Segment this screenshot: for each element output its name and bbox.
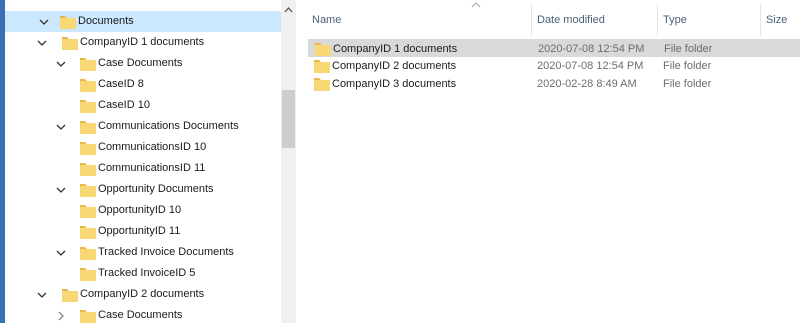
column-header-date-modified[interactable]: Date modified <box>537 12 605 28</box>
column-header-row: Name Date modified Type Size <box>301 0 812 38</box>
file-row[interactable]: CompanyID 3 documents 2020-02-28 8:49 AM… <box>308 75 812 93</box>
tree-item-label: Case Documents <box>98 309 183 321</box>
file-name: CompanyID 3 documents <box>332 78 457 90</box>
file-row[interactable]: CompanyID 1 documents 2020-07-08 12:54 P… <box>308 39 800 57</box>
scrollbar-thumb[interactable] <box>282 90 295 148</box>
tree-item-case-documents-collapsed[interactable]: Case Documents <box>5 305 281 323</box>
file-date-modified: 2020-07-08 12:54 PM <box>537 60 644 72</box>
folder-icon <box>62 36 78 53</box>
file-name: CompanyID 1 documents <box>333 43 458 55</box>
tree-item-label: OpportunityID 10 <box>98 204 182 216</box>
file-date-modified: 2020-02-28 8:49 AM <box>537 78 637 90</box>
chevron-down-icon[interactable] <box>35 284 49 305</box>
chevron-down-icon[interactable] <box>54 53 68 74</box>
file-row[interactable]: CompanyID 2 documents 2020-07-08 12:54 P… <box>308 57 812 75</box>
chevron-down-icon[interactable] <box>37 11 51 32</box>
tree-item-caseid-8[interactable]: CaseID 8 <box>5 74 281 95</box>
file-list-pane[interactable]: Name Date modified Type Size CompanyID 1… <box>301 0 812 323</box>
tree-item-tracked-invoiceid-5[interactable]: Tracked InvoiceID 5 <box>5 263 281 284</box>
chevron-down-icon[interactable] <box>54 116 68 137</box>
tree-item-companyid-1-documents[interactable]: CompanyID 1 documents <box>5 32 281 53</box>
column-divider[interactable] <box>531 4 532 36</box>
scroll-up-icon[interactable] <box>281 4 296 16</box>
chevron-down-icon[interactable] <box>35 32 49 53</box>
folder-icon <box>314 59 330 76</box>
navigation-pane[interactable]: Documents CompanyID 1 documents Case Doc… <box>5 0 281 323</box>
tree-item-communicationsid-11[interactable]: CommunicationsID 11 <box>5 158 281 179</box>
tree-item-label: CommunicationsID 10 <box>98 141 207 153</box>
navigation-scrollbar[interactable] <box>281 0 296 323</box>
tree-item-label: Case Documents <box>98 57 183 69</box>
tree-item-label: Tracked Invoice Documents <box>98 246 234 258</box>
folder-icon <box>80 162 96 179</box>
tree-item-label: CommunicationsID 11 <box>98 162 206 174</box>
folder-icon <box>314 77 330 94</box>
tree-item-companyid-2-documents[interactable]: CompanyID 2 documents <box>5 284 281 305</box>
tree-item-opportunityid-10[interactable]: OpportunityID 10 <box>5 200 281 221</box>
column-header-type[interactable]: Type <box>663 12 687 28</box>
tree-item-communicationsid-10[interactable]: CommunicationsID 10 <box>5 137 281 158</box>
folder-icon <box>80 141 96 158</box>
chevron-right-icon[interactable] <box>54 305 68 323</box>
tree-item-tracked-invoice-documents[interactable]: Tracked Invoice Documents <box>5 242 281 263</box>
file-date-modified: 2020-07-08 12:54 PM <box>538 43 645 55</box>
tree-item-label: CaseID 8 <box>98 78 144 90</box>
tree-item-label: CaseID 10 <box>98 99 150 111</box>
file-type: File folder <box>663 78 712 90</box>
tree-item-communications-documents[interactable]: Communications Documents <box>5 116 281 137</box>
tree-item-label: CompanyID 1 documents <box>80 36 205 48</box>
chevron-down-icon[interactable] <box>54 179 68 200</box>
folder-icon <box>80 309 96 323</box>
folder-icon <box>60 15 76 32</box>
folder-icon <box>80 183 96 200</box>
folder-icon <box>62 288 78 305</box>
column-header-name[interactable]: Name <box>312 12 341 28</box>
tree-item-label: Communications Documents <box>98 120 239 132</box>
folder-icon <box>80 120 96 137</box>
tree-item-case-documents[interactable]: Case Documents <box>5 53 281 74</box>
file-type: File folder <box>664 43 713 55</box>
file-type: File folder <box>663 60 712 72</box>
folder-icon <box>80 57 96 74</box>
column-divider[interactable] <box>760 4 761 36</box>
folder-icon <box>80 267 96 284</box>
tree-item-label: Opportunity Documents <box>98 183 214 195</box>
column-header-size[interactable]: Size <box>766 12 787 28</box>
folder-icon <box>80 78 96 95</box>
sort-ascending-icon <box>470 0 482 10</box>
column-divider[interactable] <box>657 4 658 36</box>
chevron-down-icon[interactable] <box>54 242 68 263</box>
tree-item-opportunityid-11[interactable]: OpportunityID 11 <box>5 221 281 242</box>
tree-item-label: CompanyID 2 documents <box>80 288 205 300</box>
tree-item-caseid-10[interactable]: CaseID 10 <box>5 95 281 116</box>
tree-item-label: OpportunityID 11 <box>98 225 181 237</box>
folder-icon <box>80 225 96 242</box>
folder-icon <box>80 204 96 221</box>
tree-item-label: Tracked InvoiceID 5 <box>98 267 196 279</box>
folder-icon <box>80 246 96 263</box>
tree-item-opportunity-documents[interactable]: Opportunity Documents <box>5 179 281 200</box>
tree-item-label: Documents <box>78 15 134 27</box>
tree-item-documents[interactable]: Documents <box>5 11 281 32</box>
folder-icon <box>80 99 96 116</box>
file-name: CompanyID 2 documents <box>332 60 457 72</box>
